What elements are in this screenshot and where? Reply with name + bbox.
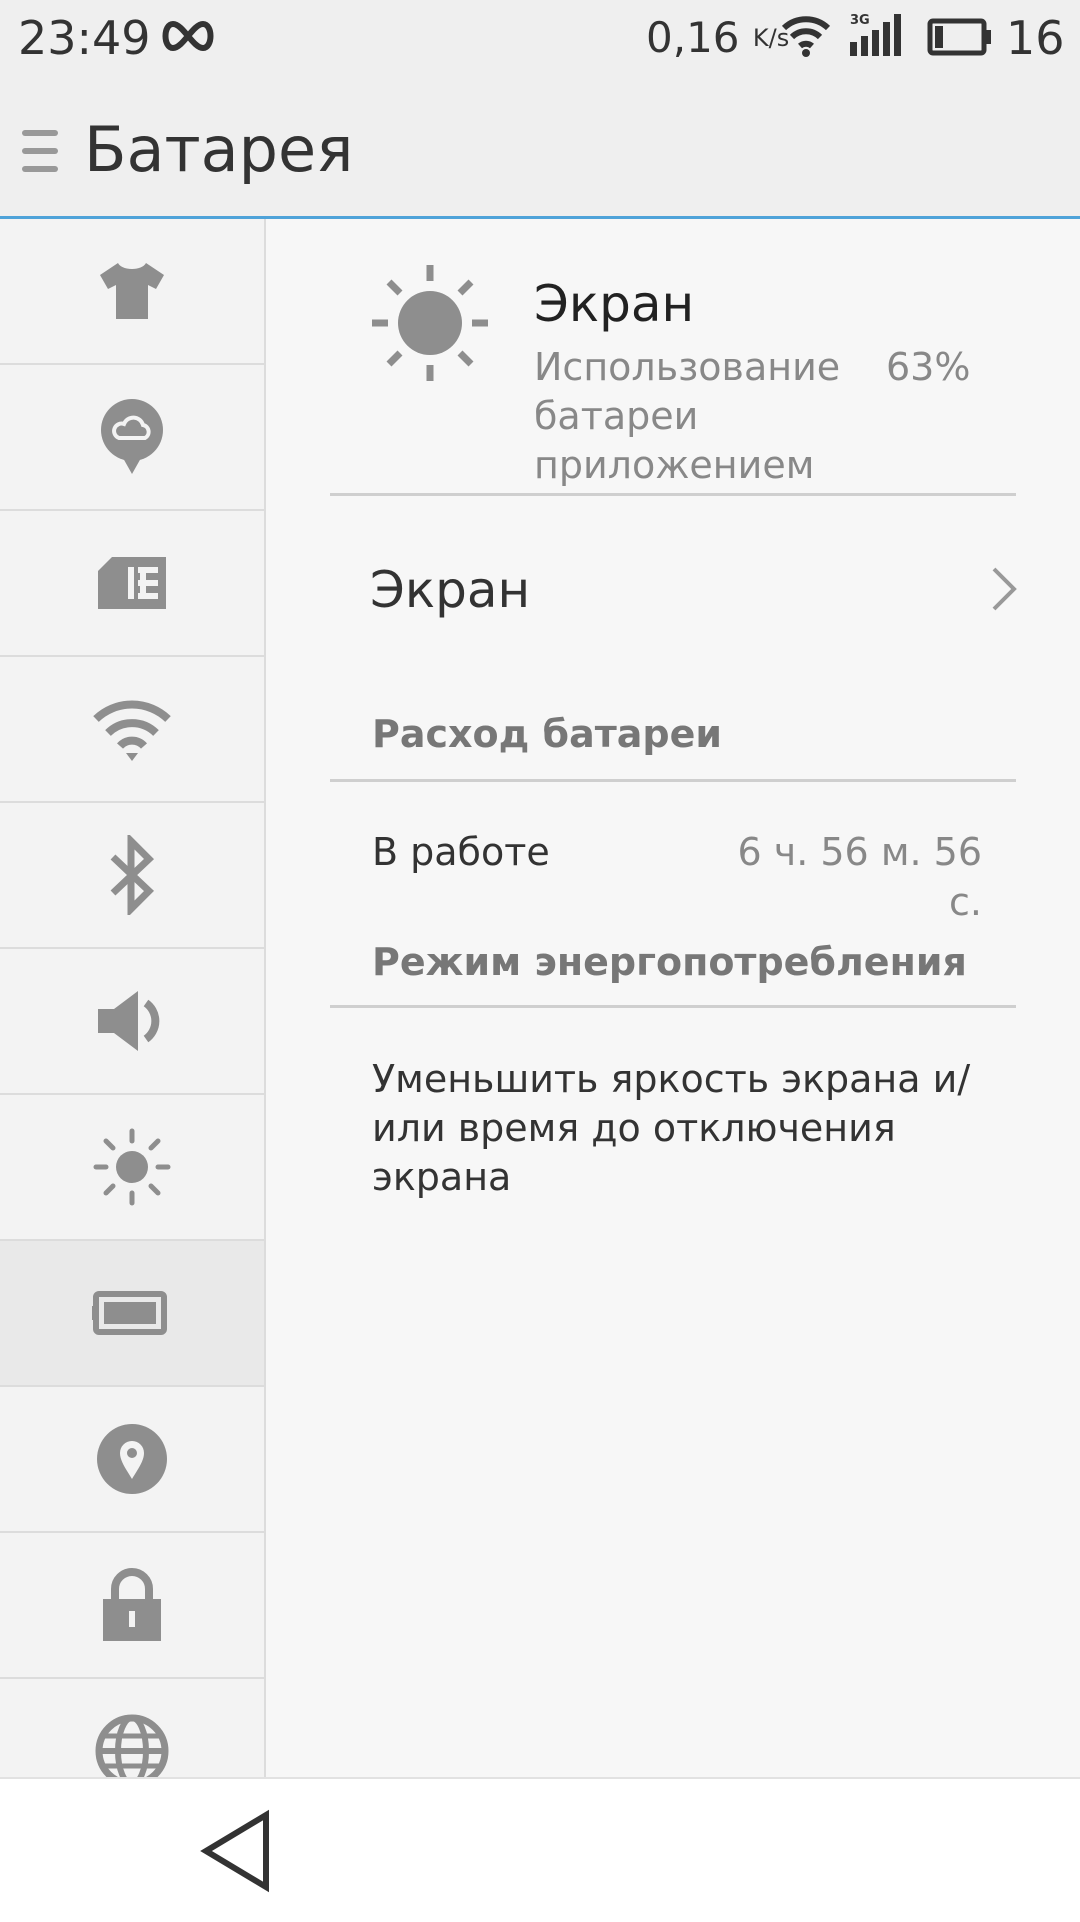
power-saving-tip: Уменьшить яркость экрана и/или время до … bbox=[372, 1057, 971, 1199]
work-time-label: В работе bbox=[372, 830, 550, 874]
status-battery-level: 16 bbox=[1006, 11, 1065, 65]
sidebar-item-language[interactable] bbox=[0, 1679, 264, 1777]
divider bbox=[330, 493, 1016, 496]
power-mode-section-title: Режим энергопотребления bbox=[372, 940, 967, 984]
sidebar-item-cloud[interactable] bbox=[0, 365, 264, 511]
usage-label: Использование батареи приложением bbox=[534, 345, 841, 487]
sidebar-item-bluetooth[interactable] bbox=[0, 803, 264, 949]
usage-value: 63% bbox=[886, 345, 971, 389]
settings-sidebar bbox=[0, 219, 266, 1777]
infinity-icon bbox=[162, 20, 214, 52]
sidebar-item-battery[interactable] bbox=[0, 1241, 264, 1387]
speaker-icon bbox=[98, 991, 160, 1051]
status-time: 23:49 bbox=[18, 11, 151, 65]
status-signal-icon: 3G bbox=[850, 13, 901, 56]
brightness-icon bbox=[93, 1128, 171, 1206]
status-signal-type: 3G bbox=[850, 13, 870, 28]
sidebar-item-security[interactable] bbox=[0, 1533, 264, 1679]
sim-card-icon bbox=[98, 557, 166, 609]
work-time-value: 6 ч. 56 м. 56 с. bbox=[737, 830, 982, 924]
bluetooth-icon bbox=[110, 835, 155, 915]
sidebar-item-location[interactable] bbox=[0, 1387, 264, 1533]
status-battery-icon bbox=[927, 18, 991, 56]
app-header: Батарея bbox=[0, 78, 1080, 219]
battery-detail-panel: Экран Использование батареи приложением … bbox=[266, 219, 1080, 1777]
divider bbox=[330, 779, 1016, 782]
chevron-right-icon bbox=[992, 567, 1017, 611]
sun-icon bbox=[372, 265, 488, 381]
app-name: Экран bbox=[534, 275, 695, 333]
tshirt-icon bbox=[100, 263, 164, 319]
divider bbox=[330, 1005, 1016, 1008]
sidebar-item-wifi[interactable] bbox=[0, 657, 264, 803]
globe-icon bbox=[95, 1714, 169, 1777]
location-icon bbox=[97, 1424, 167, 1494]
sidebar-item-sound[interactable] bbox=[0, 949, 264, 1095]
battery-icon bbox=[92, 1291, 167, 1335]
status-bar: 23:49 0,16 K/s 3G 16 bbox=[0, 0, 1080, 78]
navigation-bar bbox=[0, 1777, 1080, 1922]
sidebar-item-themes[interactable] bbox=[0, 219, 264, 365]
status-net-speed: 0,16 K/s bbox=[646, 13, 790, 62]
back-icon[interactable] bbox=[196, 1809, 280, 1893]
sidebar-item-display[interactable] bbox=[0, 1095, 264, 1241]
sidebar-item-sim[interactable] bbox=[0, 511, 264, 657]
page-title: Батарея bbox=[84, 113, 354, 186]
status-wifi-icon bbox=[781, 16, 831, 57]
wifi-icon bbox=[93, 700, 171, 761]
screen-settings-link[interactable]: Экран bbox=[330, 531, 1017, 651]
menu-icon[interactable] bbox=[22, 126, 58, 176]
battery-usage-section-title: Расход батареи bbox=[372, 712, 722, 756]
lock-icon bbox=[103, 1568, 161, 1641]
cloud-icon bbox=[101, 399, 163, 474]
screen-settings-label: Экран bbox=[370, 561, 531, 619]
